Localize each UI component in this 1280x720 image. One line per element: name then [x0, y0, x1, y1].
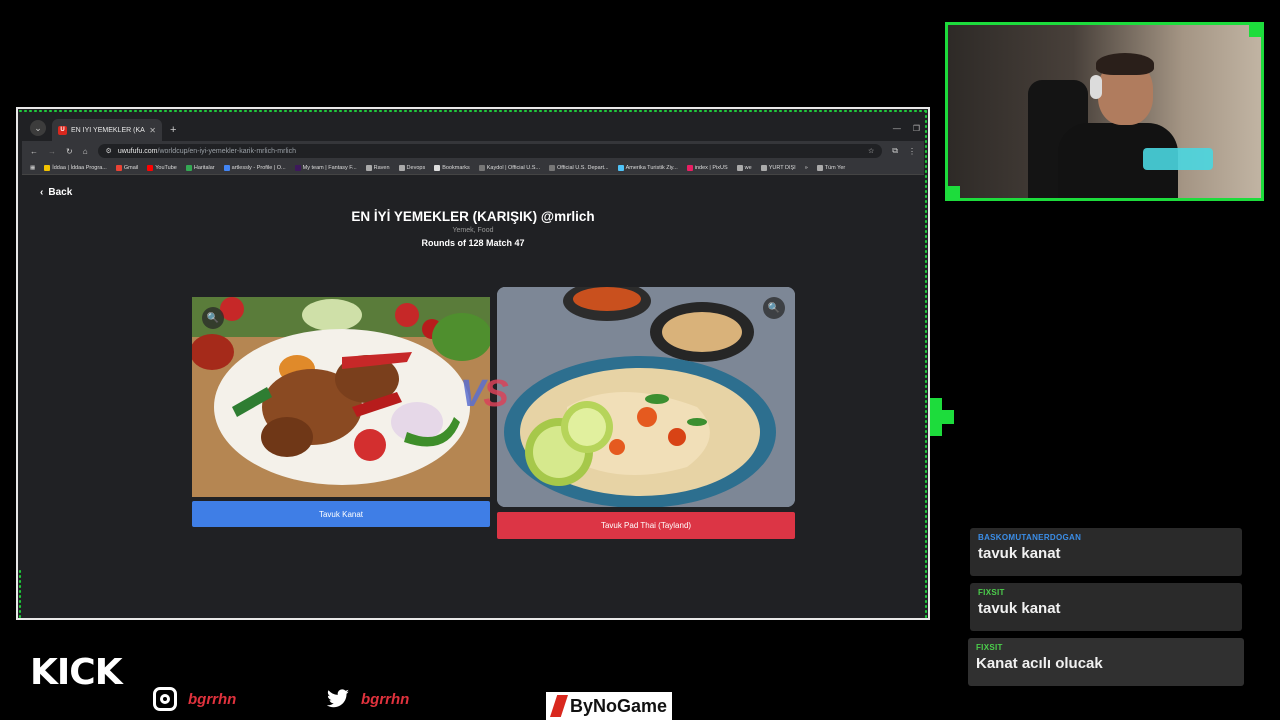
twitter-social: bgrrhn: [325, 686, 409, 712]
chat-text: tavuk kanat: [978, 545, 1061, 562]
menu-icon[interactable]: ⋮: [908, 147, 916, 156]
category-text: Yemek, Food: [452, 227, 494, 234]
url-host: uwufufu.com: [117, 147, 158, 155]
back-label: Back: [48, 187, 73, 198]
bookmark-item[interactable]: Bookmarks: [434, 164, 470, 171]
bookmark-item[interactable]: YouTube: [147, 164, 177, 171]
close-tab-icon[interactable]: ✕: [149, 126, 156, 135]
site-info-icon[interactable]: ⚙: [106, 147, 112, 155]
more-bookmarks-icon[interactable]: »: [805, 165, 808, 171]
back-arrow-icon[interactable]: ←: [30, 147, 38, 156]
left-choice-image[interactable]: 🔍: [192, 297, 490, 497]
browser-tab[interactable]: U EN İYİ YEMEKLER (KARIŞIK) @m ✕: [52, 119, 162, 141]
select-right-button[interactable]: Tavuk Pad Thai (Tayland): [497, 512, 795, 539]
instagram-social: bgrrhn: [152, 686, 236, 712]
favicon-icon: U: [58, 125, 67, 135]
new-tab-icon[interactable]: +: [170, 124, 176, 136]
bookmark-item[interactable]: İddaa | İddaa Progra...: [44, 164, 107, 171]
url-path: /worldcup/en-iyi-yemekler-karik-mrlich-m…: [157, 147, 296, 155]
tab-bar: ⌄ U EN İYİ YEMEKLER (KARIŞIK) @m ✕ + — ❐: [22, 113, 924, 141]
tab-search-icon[interactable]: ⌄: [30, 120, 46, 136]
apps-icon[interactable]: ▦: [30, 165, 35, 171]
frame-corner: [1249, 25, 1261, 37]
accent-tab: [940, 410, 954, 424]
forward-arrow-icon[interactable]: →: [48, 147, 56, 156]
chat-message: BASKOMUTANERDOGAN tavuk kanat: [970, 528, 1242, 576]
stream-overlay: ⌄ U EN İYİ YEMEKLER (KARIŞIK) @m ✕ + — ❐…: [0, 0, 1280, 720]
tab-title: EN İYİ YEMEKLER (KARIŞIK) @m: [71, 126, 145, 134]
window-controls: — ❐: [893, 124, 920, 133]
pad-thai-photo: [497, 287, 795, 507]
bookmark-folder[interactable]: we: [736, 164, 752, 171]
chat-username: FIXSIT: [978, 588, 1005, 597]
frame-dots-right: [924, 109, 928, 618]
bookmark-item[interactable]: Gmail: [115, 164, 138, 171]
bookmark-item[interactable]: index | PixUS: [686, 164, 728, 171]
worldcup-page: ‹ Back EN İYİ YEMEKLER (KARIŞIK) @mrlich…: [22, 175, 924, 618]
chevron-left-icon: ‹: [40, 187, 44, 198]
chat-message: FIXSIT Kanat acılı olucak: [968, 638, 1244, 686]
bookmark-item[interactable]: Amerika Turistik Ziy...: [617, 164, 678, 171]
bookmark-folder[interactable]: YURT DIŞI: [760, 164, 796, 171]
address-bar: ← → ↻ ⌂ ⚙ uwufufu.com/worldcup/en-iyi-ye…: [22, 141, 924, 161]
all-bookmarks-folder[interactable]: Tüm Yer: [816, 164, 845, 171]
home-icon[interactable]: ⌂: [83, 147, 88, 156]
minimize-icon[interactable]: —: [893, 124, 901, 133]
zoom-icon[interactable]: 🔍: [763, 297, 785, 319]
chat-username: BASKOMUTANERDOGAN: [978, 533, 1082, 542]
back-button[interactable]: ‹ Back: [40, 187, 72, 198]
reload-icon[interactable]: ↻: [66, 147, 73, 156]
sponsor-name: ByNoGame: [570, 695, 668, 716]
twitter-handle: bgrrhn: [361, 690, 410, 708]
zoom-icon[interactable]: 🔍: [202, 307, 224, 329]
bookmark-item[interactable]: Haritalar: [185, 164, 215, 171]
browser-capture: ⌄ U EN İYİ YEMEKLER (KARIŞIK) @m ✕ + — ❐…: [16, 107, 930, 620]
chat-text: tavuk kanat: [978, 600, 1061, 617]
bookmark-folder[interactable]: Raven: [365, 164, 390, 171]
headset: [1090, 75, 1102, 99]
twitter-bird-icon: [325, 686, 351, 712]
vs-label: VS: [460, 373, 509, 415]
chat-username: FIXSIT: [976, 643, 1003, 652]
url-field[interactable]: ⚙ uwufufu.com/worldcup/en-iyi-yemekler-k…: [97, 144, 883, 158]
webcam-frame: [945, 22, 1264, 201]
sponsor-logo: ByNoGame: [546, 692, 672, 720]
instagram-icon: [152, 686, 178, 712]
bookmark-item[interactable]: artlessly - Profile | O...: [223, 164, 286, 171]
right-choice-image[interactable]: 🔍: [497, 287, 795, 507]
bynogame-mark-icon: [550, 695, 568, 717]
kick-logo: KICK: [30, 652, 123, 693]
bookmark-item[interactable]: My team | Fantasy F...: [294, 164, 357, 171]
chat-text: Kanat acılı olucak: [976, 655, 1103, 672]
microphone: [1143, 148, 1213, 170]
bookmark-item[interactable]: Official U.S. Depart...: [549, 164, 609, 171]
bookmark-star-icon[interactable]: ☆: [868, 147, 874, 155]
select-left-button[interactable]: Tavuk Kanat: [192, 501, 490, 527]
instagram-handle: bgrrhn: [188, 690, 237, 708]
bookmarks-bar: ▦ İddaa | İddaa Progra... Gmail YouTube …: [22, 161, 924, 175]
frame-corner: [948, 186, 960, 198]
extensions-icon[interactable]: ⧉: [892, 146, 898, 156]
page-title: EN İYİ YEMEKLER (KARIŞIK) @mrlich: [351, 209, 595, 224]
chicken-wings-photo: [192, 297, 490, 497]
bookmark-folder[interactable]: Devops: [398, 164, 425, 171]
round-info: Rounds of 128 Match 47: [421, 238, 525, 248]
bookmark-item[interactable]: Kaydol | Official U.S...: [478, 164, 540, 171]
chat-message: FIXSIT tavuk kanat: [970, 583, 1242, 631]
restore-icon[interactable]: ❐: [913, 124, 920, 133]
